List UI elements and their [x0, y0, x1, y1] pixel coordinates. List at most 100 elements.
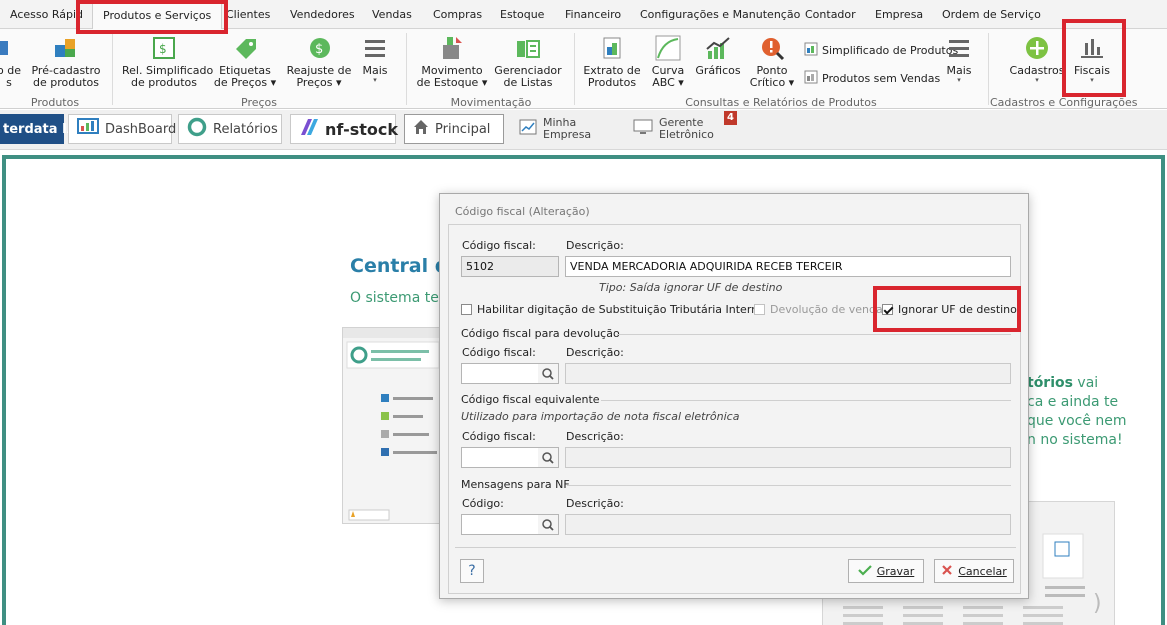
dashboard-button[interactable]: DashBoard: [68, 114, 176, 144]
list-manager-icon: [515, 35, 541, 61]
relatorios-label: Relatórios: [213, 121, 278, 137]
msg-descricao-label: Descrição:: [566, 497, 624, 510]
equivalente-section-title: Código fiscal equivalente: [461, 393, 600, 406]
welcome-right-line-1: tórios: [1027, 375, 1073, 391]
interdata-ia-button[interactable]: terdata IA: [0, 114, 77, 144]
bar-chart-icon: [705, 35, 731, 61]
nfstock-logo-icon: [299, 117, 319, 141]
welcome-subtitle: O sistema ter: [350, 290, 445, 306]
movimento-label-2: de Estoque ▾: [416, 76, 488, 89]
pre-cadastro-button[interactable]: Pré-cadastro de produtos: [30, 29, 102, 95]
relatorios-button[interactable]: Relatórios: [178, 114, 282, 144]
codigo-fiscal-dialog: Código fiscal (Alteração) Código fiscal:…: [439, 193, 1029, 599]
simplificado-produtos-button[interactable]: Simplificado de Produtos: [804, 41, 958, 59]
etiquetas-label-2: de Preços ▾: [213, 76, 277, 89]
tab-vendas[interactable]: Vendas: [372, 8, 412, 21]
ponto-label-2: Crítico ▾: [749, 76, 795, 89]
substituicao-checkbox[interactable]: [461, 304, 472, 315]
movimento-estoque-button[interactable]: Movimento de Estoque ▾: [414, 29, 490, 95]
tab-empresa[interactable]: Empresa: [875, 8, 923, 21]
section-divider: [567, 485, 1011, 486]
shortcut-toolbar: terdata IA DashBoard Relatórios nf-stock…: [0, 110, 1167, 150]
descricao-field[interactable]: VENDA MERCADORIA ADQUIRIDA RECEB TERCEIR: [565, 256, 1011, 277]
codigo-fiscal-field[interactable]: 5102: [461, 256, 559, 277]
msg-search-button[interactable]: [538, 514, 559, 535]
cancelar-button[interactable]: Cancelar: [934, 559, 1014, 583]
msg-codigo-label: Código:: [462, 497, 504, 510]
tab-acesso-rapido[interactable]: Acesso Rápid: [10, 8, 83, 21]
mais-consultas-button[interactable]: Mais ▾: [944, 29, 974, 95]
welcome-right-line-3: que você nem: [1027, 413, 1127, 429]
product-statement-icon: [599, 35, 625, 61]
tab-configuracoes[interactable]: Configurações e Manutenção: [640, 8, 800, 21]
svg-text:$: $: [315, 42, 323, 57]
gerente-eletronico-tab[interactable]: Gerente Eletrônico 4: [624, 111, 737, 144]
menu-lines-icon: [362, 35, 388, 61]
graficos-button[interactable]: Gráficos: [694, 29, 742, 95]
welcome-right-line-1b: vai: [1072, 375, 1099, 391]
ignorar-uf-checkbox[interactable]: [882, 304, 893, 315]
mensagens-section-title: Mensagens para NF: [461, 478, 570, 491]
dev-codigo-input[interactable]: [461, 363, 539, 384]
eq-codigo-input[interactable]: [461, 447, 539, 468]
help-button[interactable]: ?: [460, 559, 484, 583]
tab-estoque[interactable]: Estoque: [500, 8, 544, 21]
group-produtos: Produtos: [30, 96, 80, 109]
report-icon: [804, 70, 818, 87]
gerenciador-listas-button[interactable]: Gerenciador de Listas: [494, 29, 562, 95]
welcome-right-text: tórios vai ca e ainda te que você nem n …: [1027, 374, 1127, 450]
principal-tab[interactable]: Principal: [404, 114, 504, 144]
tab-contador[interactable]: Contador: [805, 8, 856, 21]
ribbon-partial-label-1: o de: [0, 64, 21, 77]
tipo-info: Tipo: Saída ignorar UF de destino: [599, 281, 783, 294]
reajuste-button[interactable]: $ Reajuste de Preços ▾: [284, 29, 354, 95]
tab-ordem-servico[interactable]: Ordem de Serviço: [942, 8, 1041, 21]
gravar-button[interactable]: Gravar: [848, 559, 924, 583]
tab-clientes[interactable]: Clientes: [226, 8, 270, 21]
eq-codigo-label: Código fiscal:: [462, 430, 536, 443]
nfstock-button[interactable]: nf-stock: [290, 114, 398, 144]
chevron-down-icon: ▾: [1090, 76, 1094, 84]
cancelar-label: Cancelar: [958, 564, 1007, 578]
stock-movement-icon: [439, 35, 465, 61]
dev-search-button[interactable]: [538, 363, 559, 384]
tab-produtos-servicos[interactable]: Produtos e Serviços: [92, 2, 223, 30]
ribbon-partial-button[interactable]: o de s: [0, 29, 24, 95]
pre-cadastro-label-2: de produtos: [33, 76, 99, 89]
group-separator: [988, 33, 989, 105]
etiquetas-button[interactable]: Etiquetas de Preços ▾: [212, 29, 278, 95]
tab-compras[interactable]: Compras: [433, 8, 482, 21]
eq-descricao-label: Descrição:: [566, 430, 624, 443]
assistant-preview-drawing: [343, 328, 443, 521]
curva-abc-button[interactable]: Curva ABC ▾: [648, 29, 688, 95]
cadastros-button[interactable]: Cadastros ▾: [1008, 29, 1066, 95]
home-icon: [413, 119, 429, 139]
critical-point-icon: [759, 35, 785, 61]
minha-empresa-tab[interactable]: Minha Empresa: [510, 114, 618, 144]
dev-codigo-label: Código fiscal:: [462, 346, 536, 359]
search-icon: [542, 519, 554, 531]
box-icon: [0, 35, 22, 61]
group-consultas: Consultas e Relatórios de Produtos: [685, 96, 877, 109]
report-icon: [804, 42, 818, 59]
devolucao-venda-checkbox[interactable]: [754, 304, 765, 315]
ponto-critico-button[interactable]: Ponto Crítico ▾: [748, 29, 796, 95]
devolucao-section-title: Código fiscal para devolução: [461, 327, 620, 340]
extrato-produtos-button[interactable]: Extrato de Produtos: [580, 29, 644, 95]
group-separator: [112, 33, 113, 105]
tab-vendedores[interactable]: Vendedores: [290, 8, 355, 21]
rel-simplificado-button[interactable]: $ Rel. Simplificado de produtos: [122, 29, 213, 95]
sem-vendas-label: Produtos sem Vendas: [822, 71, 941, 85]
devolucao-venda-label: Devolução de venda: [770, 303, 883, 316]
chevron-down-icon: ▾: [957, 76, 961, 84]
dialog-title: Código fiscal (Alteração): [455, 205, 590, 218]
msg-codigo-input[interactable]: [461, 514, 539, 535]
mais-precos-button[interactable]: Mais ▾: [360, 29, 390, 95]
ribbon-partial-label-2: s: [6, 76, 12, 89]
tab-financeiro[interactable]: Financeiro: [565, 8, 621, 21]
notification-badge: 4: [724, 111, 737, 125]
ribbon: o de s Pré-cadastro de produtos Produtos…: [0, 29, 1167, 109]
eq-search-button[interactable]: [538, 447, 559, 468]
fiscais-button[interactable]: Fiscais ▾: [1068, 29, 1116, 95]
produtos-sem-vendas-button[interactable]: Produtos sem Vendas: [804, 69, 940, 87]
